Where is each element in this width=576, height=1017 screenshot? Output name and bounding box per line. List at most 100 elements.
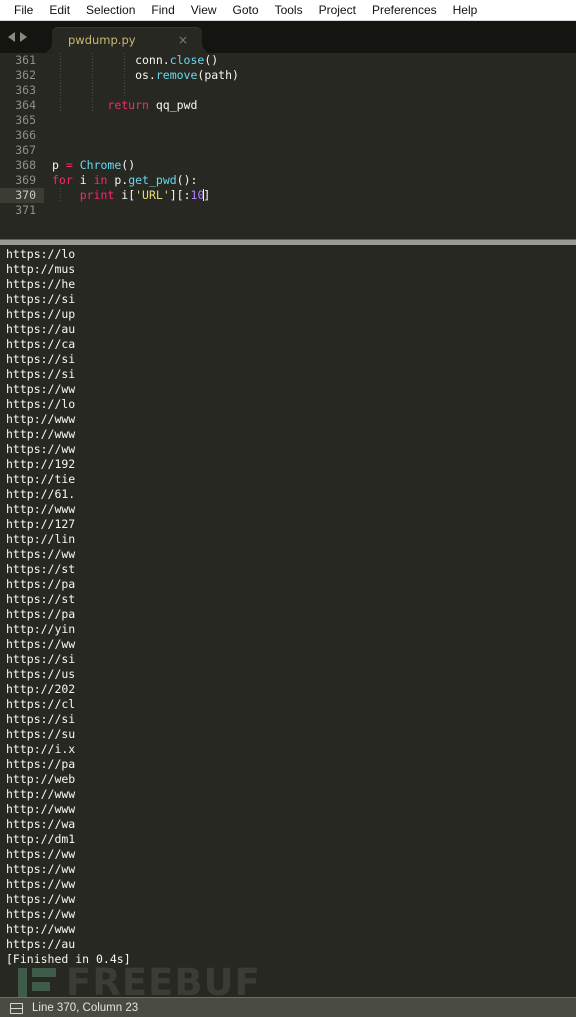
- code-editor[interactable]: 361 conn.close() 362 os.remove(path) 363 36…: [0, 53, 576, 235]
- code-line[interactable]: 363: [0, 83, 576, 98]
- code-token: os.: [52, 68, 156, 82]
- line-number: 370: [0, 188, 44, 203]
- indent-guide: [60, 68, 61, 83]
- code-text: os.remove(path): [44, 68, 239, 83]
- code-line[interactable]: 371: [0, 203, 576, 218]
- menu-item-edit[interactable]: Edit: [41, 0, 78, 21]
- output-line: https://he: [6, 277, 76, 291]
- code-token: (): [204, 53, 219, 67]
- output-line: https://st: [6, 562, 76, 576]
- output-line: https://ww: [6, 442, 76, 456]
- menu-item-view[interactable]: View: [183, 0, 225, 21]
- line-number: 365: [15, 113, 36, 127]
- line-number: 368: [15, 158, 36, 172]
- close-icon[interactable]: ×: [178, 27, 188, 54]
- line-number: 369: [15, 173, 36, 187]
- code-token: print: [79, 188, 115, 202]
- indent-guide: [124, 83, 125, 98]
- output-line: https://us: [6, 667, 76, 681]
- status-bar: Line 370, Column 23: [0, 997, 576, 1017]
- output-line: https://si: [6, 712, 76, 726]
- output-line: http://tie: [6, 472, 76, 486]
- code-token: i: [114, 188, 129, 202]
- code-line[interactable]: 366: [0, 128, 576, 143]
- output-line: http://www: [6, 502, 76, 516]
- output-line: https://si: [6, 292, 76, 306]
- menu-item-tools[interactable]: Tools: [267, 0, 311, 21]
- tab-bar: pwdump.py ×: [0, 21, 576, 53]
- code-line[interactable]: 368 p = Chrome(): [0, 158, 576, 173]
- code-token: for: [52, 173, 73, 187]
- code-token: return: [107, 98, 149, 112]
- output-line: https://si: [6, 367, 76, 381]
- code-token: in: [93, 173, 108, 187]
- code-line[interactable]: 370 print i['URL'][:10]: [0, 188, 576, 203]
- tab-pwdump-py[interactable]: pwdump.py ×: [52, 27, 202, 53]
- output-line: http://www: [6, 427, 76, 441]
- output-line: http://127: [6, 517, 76, 531]
- code-line[interactable]: 365: [0, 113, 576, 128]
- cursor-position-label: Line 370, Column 23: [32, 1002, 139, 1014]
- indent-guide: [124, 68, 125, 83]
- code-token: i: [72, 173, 94, 187]
- code-token: get_pwd: [128, 173, 177, 187]
- output-line: https://ca: [6, 337, 76, 351]
- code-token: ():: [176, 173, 198, 187]
- code-token: close: [169, 53, 205, 67]
- output-line: https://lo: [6, 247, 76, 261]
- indent-guide: [92, 83, 93, 98]
- output-line: https://pa: [6, 607, 76, 621]
- output-line: http://web: [6, 772, 76, 786]
- indent-guide: [92, 68, 93, 83]
- code-token: =: [65, 158, 73, 172]
- triangle-left-icon[interactable]: [8, 32, 15, 42]
- code-token: ][:: [169, 188, 191, 202]
- menu-item-goto[interactable]: Goto: [225, 0, 267, 21]
- line-number: 366: [15, 128, 36, 142]
- code-token: (path): [197, 68, 239, 82]
- code-token: ]: [203, 188, 211, 202]
- output-line: https://si: [6, 352, 76, 366]
- menu-item-help[interactable]: Help: [445, 0, 486, 21]
- output-line: https://cl: [6, 697, 76, 711]
- menu-item-find[interactable]: Find: [143, 0, 182, 21]
- line-number: 364: [15, 98, 36, 112]
- code-line[interactable]: 361 conn.close(): [0, 53, 576, 68]
- output-line: https://pa: [6, 577, 76, 591]
- build-output-panel[interactable]: https://lo http://mus https://he https://si…: [0, 245, 576, 989]
- output-line: http://202: [6, 682, 76, 696]
- menu-item-project[interactable]: Project: [311, 0, 364, 21]
- code-token: Chrome: [79, 158, 122, 172]
- sublime-text-window: File Edit Selection Find View Goto Tools Projec…: [0, 0, 576, 1017]
- panel-layout-icon[interactable]: [10, 1002, 23, 1014]
- code-text: return qq_pwd: [44, 98, 197, 113]
- code-text: print i['URL'][:10]: [44, 188, 211, 203]
- menu-bar: File Edit Selection Find View Goto Tools Projec…: [0, 0, 576, 21]
- code-line[interactable]: 369 for i in p.get_pwd():: [0, 173, 576, 188]
- code-line[interactable]: 362 os.remove(path): [0, 68, 576, 83]
- line-number: 367: [15, 143, 36, 157]
- output-line: http://www: [6, 922, 76, 936]
- triangle-right-icon[interactable]: [20, 32, 27, 42]
- output-line: http://yin: [6, 622, 76, 636]
- tab-label: pwdump.py: [68, 33, 136, 47]
- output-line: [Finished in 0.4s]: [6, 952, 131, 966]
- menu-item-file[interactable]: File: [6, 0, 41, 21]
- output-line: https://ww: [6, 382, 76, 396]
- output-line: https://ww: [6, 892, 76, 906]
- code-text: p = Chrome(): [44, 158, 135, 173]
- indent-guide: [92, 53, 93, 68]
- menu-item-preferences[interactable]: Preferences: [364, 0, 445, 21]
- output-line: https://up: [6, 307, 76, 321]
- code-line[interactable]: 364 return qq_pwd: [0, 98, 576, 113]
- menu-item-selection[interactable]: Selection: [78, 0, 143, 21]
- output-line: https://au: [6, 937, 76, 951]
- code-token: 'URL': [135, 188, 170, 202]
- output-line: https://ww: [6, 862, 76, 876]
- code-line[interactable]: 367: [0, 143, 576, 158]
- output-line: http://i.x: [6, 742, 76, 756]
- indent-guide: [92, 98, 93, 113]
- line-number: 371: [15, 203, 36, 217]
- line-number: 361: [15, 53, 36, 67]
